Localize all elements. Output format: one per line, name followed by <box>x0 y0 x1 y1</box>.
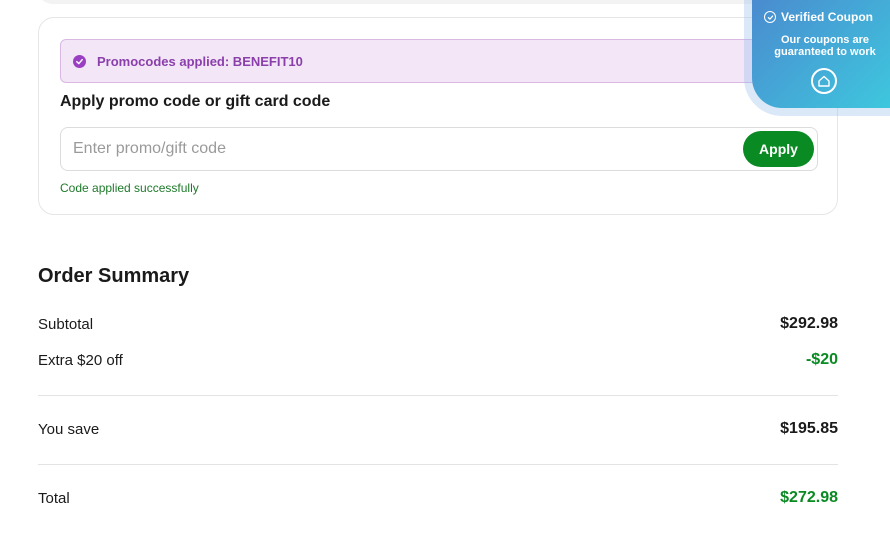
coupon-subtitle-line: guaranteed to work <box>774 46 876 58</box>
divider <box>38 464 838 465</box>
total-label: Total <box>38 490 70 507</box>
you-save-label: You save <box>38 421 100 438</box>
discount-label: Extra $20 off <box>38 352 123 369</box>
checkout-page: Promocodes applied: BENEFIT10 Apply prom… <box>0 0 890 536</box>
divider <box>38 395 838 396</box>
promo-card: Promocodes applied: BENEFIT10 Apply prom… <box>38 17 838 215</box>
promo-input-group: Apply <box>60 127 818 171</box>
coupon-widget-title: Verified Coupon <box>781 10 874 24</box>
coupon-widget-header: Verified Coupon <box>764 10 873 24</box>
previous-card-edge <box>38 0 838 4</box>
total-value: $272.98 <box>780 489 838 506</box>
promo-success-message: Code applied successfully <box>60 181 199 195</box>
promo-code-input[interactable] <box>61 128 721 170</box>
discount-value: -$20 <box>805 351 838 368</box>
check-circle-icon <box>764 11 776 23</box>
house-logo-icon <box>811 68 837 94</box>
verified-coupon-widget[interactable]: Verified Coupon Our coupons are guarante… <box>752 0 890 108</box>
promo-applied-banner: Promocodes applied: BENEFIT10 <box>60 39 817 83</box>
promo-applied-text: Promocodes applied: BENEFIT10 <box>97 53 303 69</box>
subtotal-value: $292.98 <box>780 315 838 332</box>
subtotal-label: Subtotal <box>38 316 94 333</box>
you-save-value: $195.85 <box>780 420 838 437</box>
apply-button[interactable]: Apply <box>743 131 814 167</box>
order-summary-title: Order Summary <box>38 265 190 287</box>
promo-section-title: Apply promo code or gift card code <box>60 93 331 110</box>
coupon-widget-subtitle: Our coupons are guaranteed to work <box>760 34 890 58</box>
coupon-subtitle-line: Our coupons are <box>780 34 870 46</box>
check-circle-icon <box>73 54 86 68</box>
